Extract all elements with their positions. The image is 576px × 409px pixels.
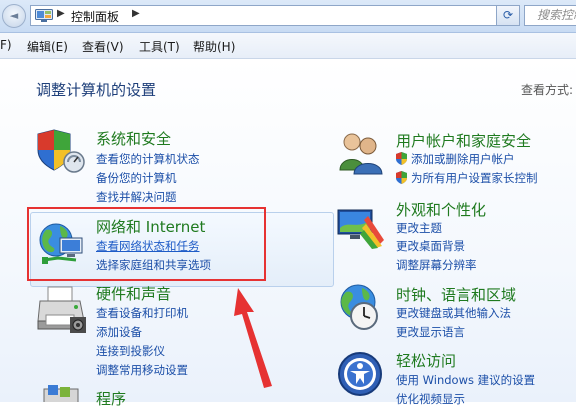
link-recommended-settings[interactable]: 使用 Windows 建议的设置 [396, 372, 535, 388]
link-parental-controls[interactable]: 为所有用户设置家长控制 [411, 170, 538, 186]
users-icon[interactable] [336, 130, 384, 176]
appearance-icon[interactable] [336, 206, 386, 250]
shield-icon[interactable] [36, 128, 88, 174]
highlight-frame [27, 207, 266, 281]
printer-icon[interactable] [36, 285, 90, 337]
link-view-computer-status[interactable]: 查看您的计算机状态 [96, 151, 200, 167]
address-box[interactable]: ▶ 控制面板 ▶ ▾ [30, 5, 520, 26]
category-title-ease-of-access[interactable]: 轻松访问 [396, 350, 456, 371]
ease-of-access-icon[interactable] [336, 350, 384, 398]
menu-bar: F) 编辑(E) 查看(V) 工具(T) 帮助(H) [0, 33, 576, 59]
back-button[interactable]: ◄ [2, 4, 26, 28]
breadcrumb-control-panel[interactable]: 控制面板 [71, 8, 119, 25]
uac-shield-icon [396, 152, 407, 165]
link-add-device[interactable]: 添加设备 [96, 324, 142, 340]
category-title-clock-language[interactable]: 时钟、语言和区域 [396, 284, 516, 305]
breadcrumb-arrow-icon[interactable]: ▶ [132, 8, 140, 19]
page-title: 调整计算机的设置 [36, 81, 157, 99]
category-title-user-accounts[interactable]: 用户帐户和家庭安全 [396, 130, 531, 151]
breadcrumb-arrow-icon[interactable]: ▶ [57, 8, 65, 19]
link-change-keyboard[interactable]: 更改键盘或其他输入法 [396, 305, 511, 321]
menu-help[interactable]: 帮助(H) [193, 38, 235, 55]
menu-view[interactable]: 查看(V) [82, 38, 124, 55]
link-change-theme[interactable]: 更改主题 [396, 220, 442, 236]
address-toolbar: ◄ ▶ 控制面板 ▶ ▾ ⟳ 搜索控制面板 [0, 0, 576, 33]
link-mobility-settings[interactable]: 调整常用移动设置 [96, 362, 188, 378]
link-connect-projector[interactable]: 连接到投影仪 [96, 343, 165, 359]
menu-tools[interactable]: 工具(T) [139, 38, 180, 55]
link-troubleshoot[interactable]: 查找并解决问题 [96, 189, 177, 205]
category-title-system-security[interactable]: 系统和安全 [96, 128, 171, 149]
link-add-remove-accounts[interactable]: 添加或删除用户帐户 [411, 151, 515, 167]
menu-file[interactable]: F) [0, 38, 12, 52]
pointer-arrow-icon [234, 288, 272, 388]
category-title-hardware-sound[interactable]: 硬件和声音 [96, 283, 171, 304]
link-change-display-language[interactable]: 更改显示语言 [396, 324, 465, 340]
control-panel-icon [35, 9, 53, 22]
uac-shield-icon [396, 171, 407, 184]
refresh-button[interactable]: ⟳ [496, 5, 520, 26]
link-change-desktop-background[interactable]: 更改桌面背景 [396, 238, 465, 254]
category-title-appearance[interactable]: 外观和个性化 [396, 199, 486, 220]
link-devices-printers[interactable]: 查看设备和打印机 [96, 305, 188, 321]
link-backup-computer[interactable]: 备份您的计算机 [96, 170, 177, 186]
programs-icon[interactable] [40, 385, 84, 402]
link-adjust-resolution[interactable]: 调整屏幕分辨率 [396, 257, 477, 273]
menu-edit[interactable]: 编辑(E) [27, 38, 68, 55]
search-input[interactable]: 搜索控制面板 [524, 5, 576, 26]
globe-clock-icon[interactable] [336, 282, 384, 332]
category-title-programs[interactable]: 程序 [96, 388, 126, 409]
link-optimize-visual-display[interactable]: 优化视频显示 [396, 391, 465, 407]
view-by-label[interactable]: 查看方式: [521, 81, 573, 98]
